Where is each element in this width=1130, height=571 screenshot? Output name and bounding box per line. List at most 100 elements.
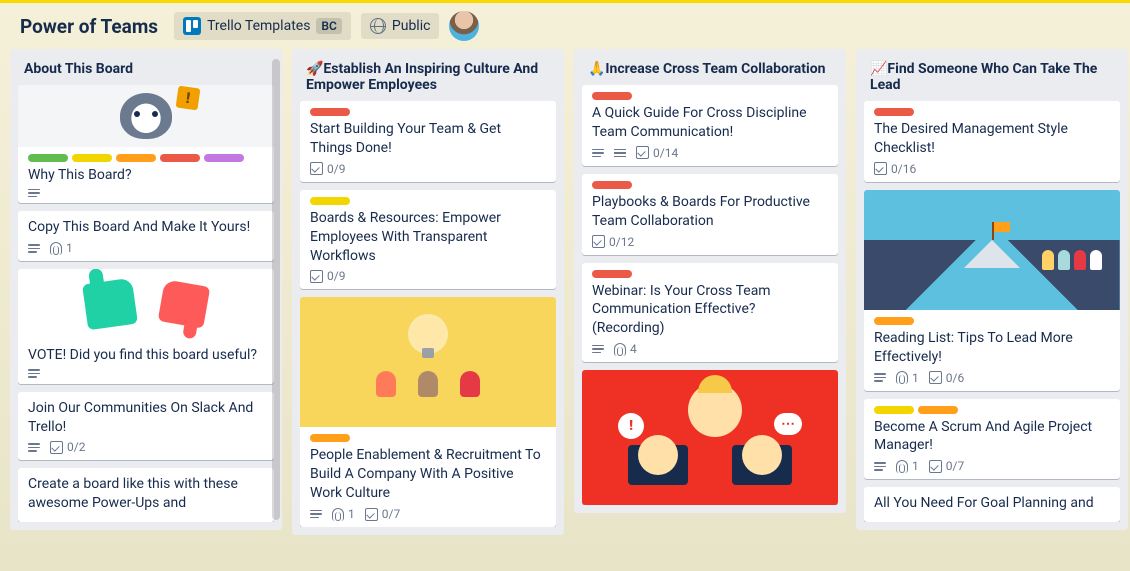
description-icon <box>28 369 40 378</box>
badge-checklist: 0/6 <box>929 371 964 385</box>
description-icon <box>874 373 886 382</box>
card[interactable]: People Enablement & Recruitment To Build… <box>300 297 556 527</box>
badge-description <box>874 373 886 382</box>
label-red[interactable] <box>592 181 632 189</box>
badge-description <box>28 443 40 452</box>
card-badges <box>28 189 264 198</box>
checklist-icon <box>929 460 942 473</box>
globe-icon <box>370 18 386 34</box>
card-title: Why This Board? <box>28 166 264 185</box>
card-title: The Desired Management Style Checklist! <box>874 120 1110 158</box>
badge-checklist: 0/9 <box>310 269 345 283</box>
card-labels <box>592 92 828 100</box>
card-title: Copy This Board And Make It Yours! <box>28 218 264 237</box>
card-title: Boards & Resources: Empower Employees Wi… <box>310 209 546 266</box>
bc-badge: BC <box>316 18 341 34</box>
label-red[interactable] <box>592 92 632 100</box>
label-orange[interactable] <box>116 154 156 162</box>
card-badges: 0/16 <box>874 162 1110 176</box>
card[interactable]: Create a board like this with these awes… <box>18 468 274 522</box>
checklist-icon <box>310 270 323 283</box>
card-cover <box>864 190 1120 310</box>
badge-description <box>28 244 40 253</box>
list-title[interactable]: 🙏Increase Cross Team Collaboration <box>582 57 838 85</box>
card-badges: 0/14 <box>592 146 828 160</box>
checklist-icon <box>50 441 63 454</box>
cards-container: Start Building Your Team & Get Things Do… <box>300 101 556 527</box>
badge-description <box>874 462 886 471</box>
card[interactable]: Boards & Resources: Empower Employees Wi… <box>300 190 556 290</box>
label-orange[interactable] <box>310 434 350 442</box>
card-title: All You Need For Goal Planning and <box>874 494 1110 513</box>
card-labels <box>310 434 546 442</box>
label-orange[interactable] <box>918 406 958 414</box>
description-icon <box>592 345 604 354</box>
card-title: Playbooks & Boards For Productive Team C… <box>592 193 828 231</box>
card-title: Webinar: Is Your Cross Team Communicatio… <box>592 282 828 339</box>
card-badges: 0/9 <box>310 269 546 283</box>
badge-description <box>28 369 40 378</box>
card-labels <box>28 154 264 162</box>
card-badges: 10/7 <box>310 507 546 521</box>
card-title: Start Building Your Team & Get Things Do… <box>310 120 546 158</box>
card-labels <box>310 108 546 116</box>
card-labels <box>592 181 828 189</box>
label-red[interactable] <box>310 108 350 116</box>
card[interactable]: Copy This Board And Make It Yours!1 <box>18 211 274 261</box>
card[interactable] <box>582 370 838 505</box>
description-icon <box>592 149 604 158</box>
list: About This Board!Why This Board? Copy Thi… <box>10 49 282 530</box>
card-title: A Quick Guide For Cross Discipline Team … <box>592 104 828 142</box>
badge-description <box>592 149 604 158</box>
list-title[interactable]: 📈Find Someone Who Can Take The Lead <box>864 57 1120 101</box>
card-labels <box>874 108 1110 116</box>
card[interactable]: All You Need For Goal Planning and <box>864 487 1120 522</box>
card[interactable]: Playbooks & Boards For Productive Team C… <box>582 174 838 255</box>
board-title[interactable]: Power of Teams <box>14 13 164 40</box>
card[interactable]: The Desired Management Style Checklist! 0… <box>864 101 1120 182</box>
label-purple[interactable] <box>204 154 244 162</box>
avatar[interactable] <box>449 11 479 41</box>
visibility-button[interactable]: Public <box>361 13 440 39</box>
label-red[interactable] <box>874 108 914 116</box>
board-canvas: About This Board!Why This Board? Copy Thi… <box>0 49 1130 565</box>
card[interactable]: !Why This Board? <box>18 85 274 203</box>
scrollbar[interactable] <box>272 59 280 520</box>
checklist-icon <box>365 508 378 521</box>
badge-checklist: 0/9 <box>310 162 345 176</box>
card[interactable]: Webinar: Is Your Cross Team Communicatio… <box>582 263 838 363</box>
card[interactable]: A Quick Guide For Cross Discipline Team … <box>582 85 838 166</box>
attachment-icon <box>896 460 908 473</box>
card-cover <box>582 370 838 505</box>
list-title[interactable]: 🚀Establish An Inspiring Culture And Empo… <box>300 57 556 101</box>
badge-attachment: 1 <box>332 507 355 521</box>
card[interactable]: VOTE! Did you find this board useful? <box>18 269 274 383</box>
list: 📈Find Someone Who Can Take The LeadThe D… <box>856 49 1128 530</box>
description-icon <box>28 443 40 452</box>
card[interactable]: Start Building Your Team & Get Things Do… <box>300 101 556 182</box>
checklist-icon <box>874 162 887 175</box>
description-icon <box>874 462 886 471</box>
card[interactable]: Become A Scrum And Agile Project Manager… <box>864 399 1120 480</box>
card-title: VOTE! Did you find this board useful? <box>28 346 264 365</box>
attachment-icon <box>332 508 344 521</box>
checklist-icon <box>636 146 649 159</box>
label-orange[interactable] <box>874 317 914 325</box>
label-yellow[interactable] <box>874 406 914 414</box>
label-green[interactable] <box>28 154 68 162</box>
list-title[interactable]: About This Board <box>18 57 274 85</box>
label-yellow[interactable] <box>72 154 112 162</box>
card-labels <box>592 270 828 278</box>
card[interactable]: Reading List: Tips To Lead More Effectiv… <box>864 190 1120 391</box>
badge-checklist: 0/7 <box>929 459 964 473</box>
card-badges <box>28 369 264 378</box>
label-red[interactable] <box>160 154 200 162</box>
label-yellow[interactable] <box>310 197 350 205</box>
card-title: Create a board like this with these awes… <box>28 475 264 513</box>
card-badges: 0/9 <box>310 162 546 176</box>
card[interactable]: Join Our Communities On Slack And Trello… <box>18 392 274 461</box>
workspace-button[interactable]: Trello Templates BC <box>174 12 351 40</box>
label-red[interactable] <box>592 270 632 278</box>
badge-description <box>28 189 40 198</box>
badge-attachment: 1 <box>896 459 919 473</box>
